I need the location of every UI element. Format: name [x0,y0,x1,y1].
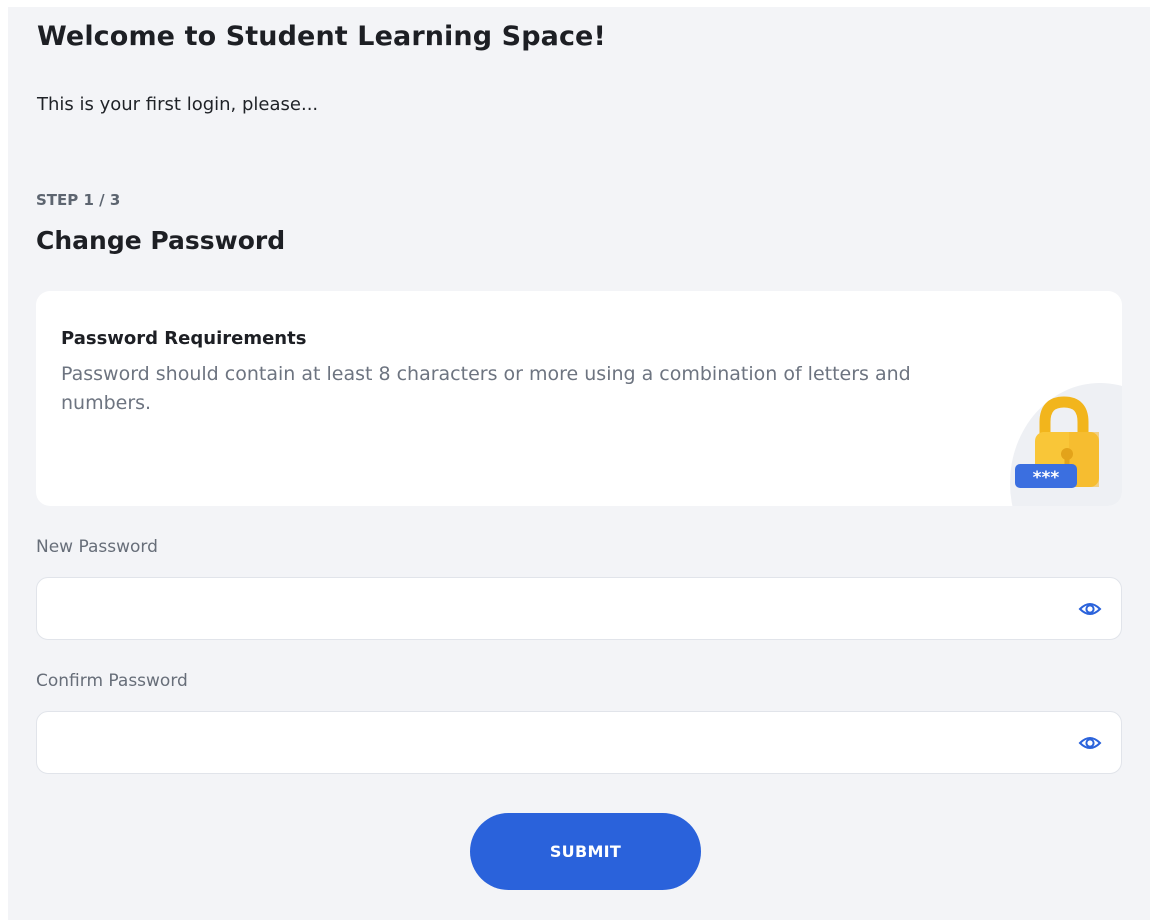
step-indicator: STEP 1 / 3 [36,191,121,209]
new-password-input[interactable] [37,578,1121,639]
step-title: Change Password [36,226,286,255]
submit-button[interactable]: SUBMIT [470,813,701,890]
first-login-page: Welcome to Student Learning Space! This … [8,7,1150,920]
new-password-label: New Password [36,537,158,557]
lock-icon: *** [1015,396,1099,488]
confirm-password-label: Confirm Password [36,671,188,691]
password-mask-badge: *** [1033,468,1060,488]
requirements-title: Password Requirements [61,328,307,349]
password-requirements-card: Password Requirements Password should co… [36,291,1122,506]
confirm-password-input[interactable] [37,712,1121,773]
new-password-field[interactable] [36,577,1122,640]
page-title: Welcome to Student Learning Space! [37,21,606,52]
requirements-description: Password should contain at least 8 chara… [61,363,911,414]
intro-text: This is your first login, please... [37,94,319,115]
eye-icon[interactable] [1078,732,1102,754]
confirm-password-field[interactable] [36,711,1122,774]
eye-icon[interactable] [1078,598,1102,620]
